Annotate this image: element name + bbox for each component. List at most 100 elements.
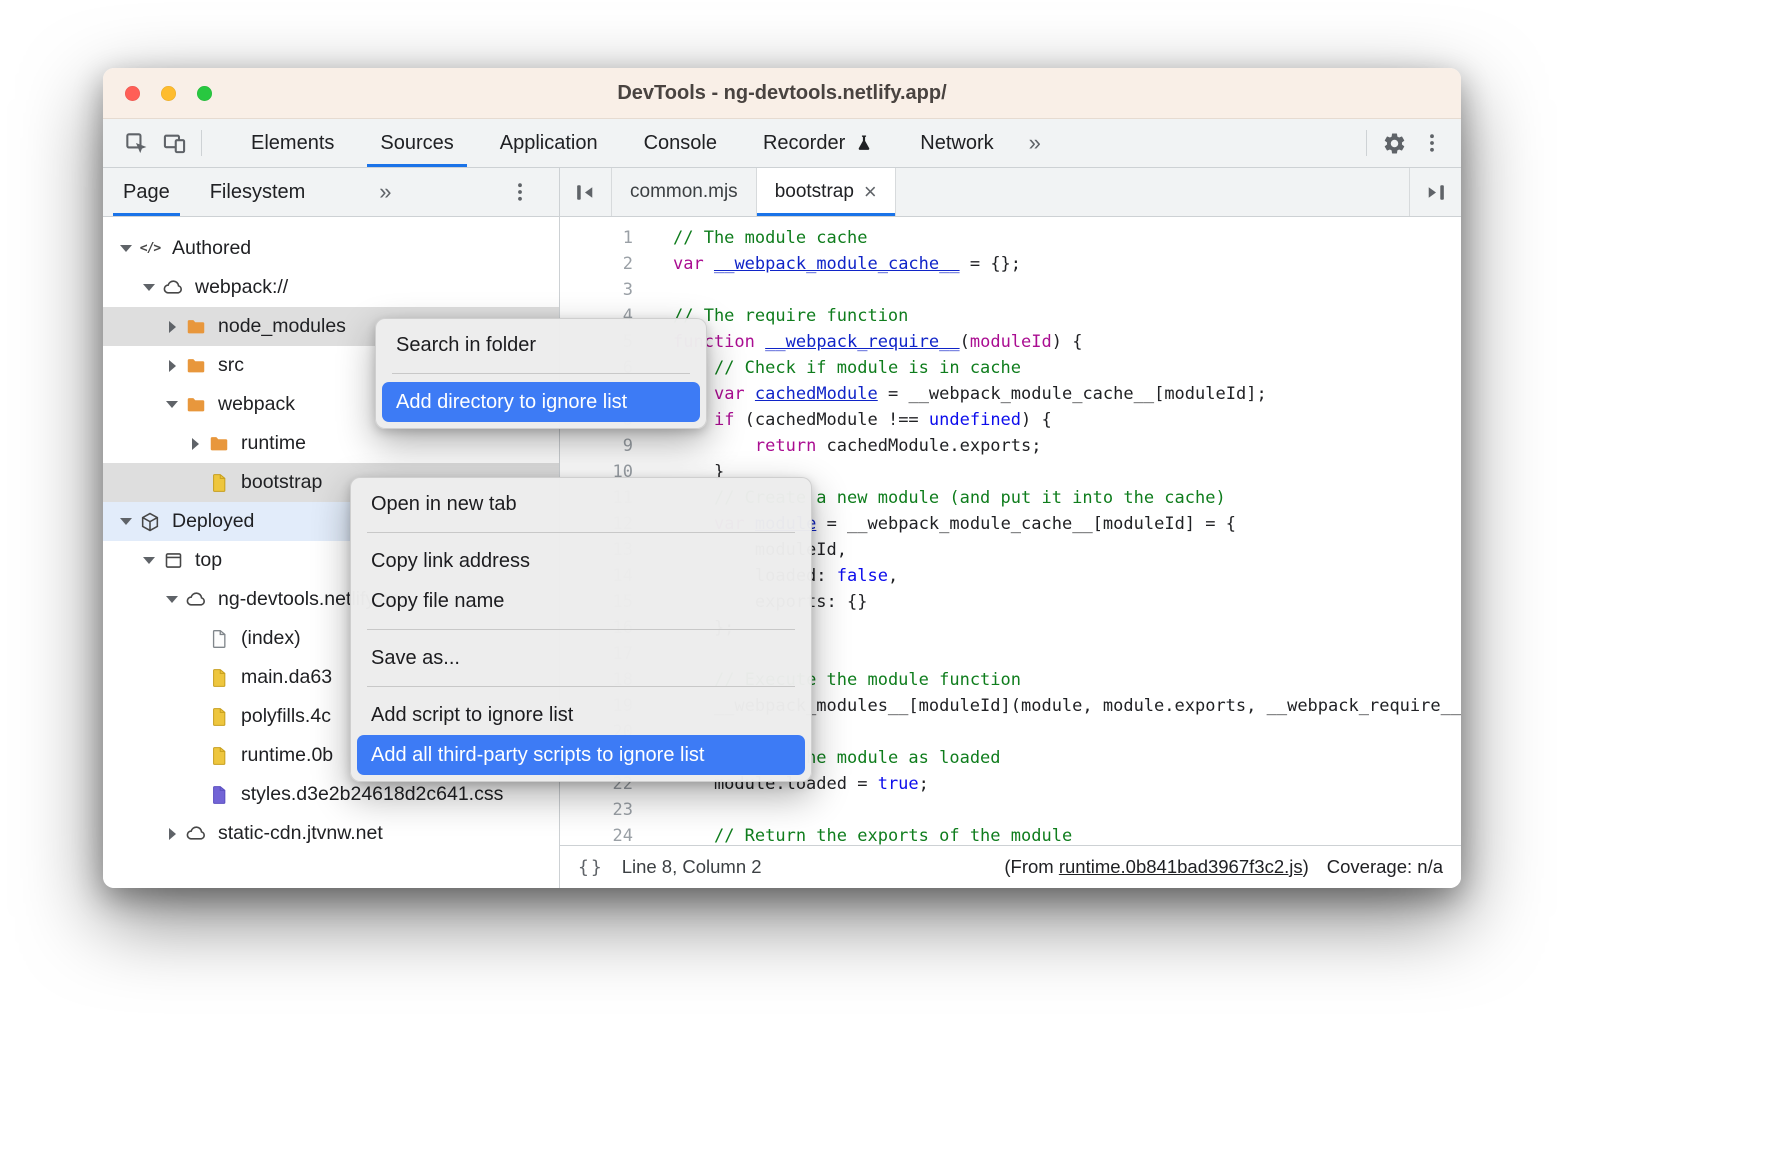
file-purple-icon <box>206 783 232 807</box>
disclosure-down-icon[interactable] <box>138 557 160 564</box>
main-toolbar: ElementsSourcesApplicationConsoleRecorde… <box>103 119 1461 168</box>
line-number[interactable]: 3 <box>560 277 633 303</box>
code-icon: </> <box>137 237 163 261</box>
disclosure-down-icon[interactable] <box>138 284 160 291</box>
file-yellow-icon <box>206 666 232 690</box>
menu-item-copy-link-address[interactable]: Copy link address <box>357 541 805 581</box>
editor-tab-common-mjs[interactable]: common.mjs <box>612 168 757 216</box>
panel-tab-application[interactable]: Application <box>477 119 621 167</box>
disclosure-down-icon[interactable] <box>161 401 183 408</box>
more-navigator-tabs-chevron-icon[interactable]: » <box>367 179 403 205</box>
line-number[interactable]: 1 <box>560 225 633 251</box>
from-suffix: ) <box>1303 856 1309 878</box>
code-line[interactable]: // Return the exports of the module <box>673 823 1461 845</box>
code-line[interactable]: // The require function <box>673 303 1461 329</box>
menu-item-label: Open in new tab <box>371 493 517 516</box>
code-line[interactable]: var cachedModule = __webpack_module_cach… <box>673 381 1461 407</box>
code-line[interactable]: return cachedModule.exports; <box>673 433 1461 459</box>
toolbar-separator <box>1366 130 1367 156</box>
menu-item-add-all-third-party-scripts-to-ignore-list[interactable]: Add all third-party scripts to ignore li… <box>357 735 805 775</box>
tree-item-label: src <box>218 354 244 377</box>
disclosure-right-icon[interactable] <box>161 321 183 333</box>
pretty-print-icon[interactable]: {} <box>578 857 604 878</box>
code-line[interactable]: // Check if module is in cache <box>673 355 1461 381</box>
file-yellow-icon <box>206 471 232 495</box>
more-panels-chevron-icon[interactable]: » <box>1017 130 1053 156</box>
menu-item-search-in-folder[interactable]: Search in folder <box>382 325 700 365</box>
disclosure-right-icon[interactable] <box>184 438 206 450</box>
device-toolbar-icon[interactable] <box>155 124 193 162</box>
disclosure-down-icon[interactable] <box>161 596 183 603</box>
code-line[interactable] <box>673 797 1461 823</box>
source-map-info: (From runtime.0b841bad3967f3c2.js)Covera… <box>1004 856 1443 878</box>
menu-separator <box>367 686 795 687</box>
line-number[interactable]: 9 <box>560 433 633 459</box>
file-gray-icon <box>206 627 232 651</box>
code-line[interactable] <box>673 277 1461 303</box>
menu-item-add-directory-to-ignore-list[interactable]: Add directory to ignore list <box>382 382 700 422</box>
menu-item-add-script-to-ignore-list[interactable]: Add script to ignore list <box>357 695 805 735</box>
menu-item-label: Search in folder <box>396 334 536 357</box>
code-line[interactable]: // The module cache <box>673 225 1461 251</box>
code-line[interactable]: if (cachedModule !== undefined) { <box>673 407 1461 433</box>
editor-tabs: common.mjs bootstrap × <box>612 168 896 216</box>
file-yellow-icon <box>206 744 232 768</box>
navigator-kebab-menu-icon[interactable] <box>505 177 535 207</box>
hide-navigator-icon[interactable] <box>560 168 612 216</box>
file-context-menu: Open in new tab Copy link address Copy fil… <box>350 477 812 782</box>
tree-item-label: top <box>195 549 222 572</box>
menu-item-open-in-new-tab[interactable]: Open in new tab <box>357 484 805 524</box>
folder-icon <box>206 432 232 456</box>
tree-item-label: polyfills.4c <box>241 705 331 728</box>
editor-tab-label: common.mjs <box>630 181 738 203</box>
close-window-button[interactable] <box>125 86 140 101</box>
editor-status-bar: {} Line 8, Column 2 (From runtime.0b841b… <box>560 845 1461 888</box>
minimize-window-button[interactable] <box>161 86 176 101</box>
menu-item-save-as[interactable]: Save as... <box>357 638 805 678</box>
panel-tab-bar: ElementsSourcesApplicationConsoleRecorde… <box>228 119 1017 167</box>
tree-item-webpack[interactable]: webpack:// <box>103 268 559 307</box>
show-drawer-icon[interactable] <box>1409 168 1461 216</box>
tree-item-label: runtime <box>241 432 306 455</box>
navigator-tab-filesystem[interactable]: Filesystem <box>190 168 326 216</box>
menu-item-label: Add all third-party scripts to ignore li… <box>371 744 704 767</box>
panel-tab-recorder[interactable]: Recorder <box>740 119 897 167</box>
close-tab-icon[interactable]: × <box>864 181 877 203</box>
disclosure-right-icon[interactable] <box>161 360 183 372</box>
disclosure-down-icon[interactable] <box>115 518 137 525</box>
inspect-icon[interactable] <box>117 124 155 162</box>
folder-icon <box>183 315 209 339</box>
tree-item-label: webpack <box>218 393 295 416</box>
tree-item-label: (index) <box>241 627 301 650</box>
from-prefix: (From <box>1004 856 1058 878</box>
settings-gear-icon[interactable] <box>1375 124 1413 162</box>
line-number[interactable]: 23 <box>560 797 633 823</box>
panel-tab-network[interactable]: Network <box>897 119 1016 167</box>
editor-tab-bootstrap[interactable]: bootstrap × <box>757 168 896 216</box>
navigator-tab-bar: PageFilesystem » <box>103 168 559 217</box>
panel-tab-label: Network <box>920 132 993 155</box>
editor-tab-label: bootstrap <box>775 181 854 203</box>
tree-item-authored[interactable]: </> Authored <box>103 229 559 268</box>
tree-item-runtime[interactable]: runtime <box>103 424 559 463</box>
panel-tab-console[interactable]: Console <box>621 119 740 167</box>
menu-item-label: Copy file name <box>371 590 504 613</box>
menu-item-copy-file-name[interactable]: Copy file name <box>357 581 805 621</box>
navigator-tab-page[interactable]: Page <box>103 168 190 216</box>
source-map-file-link[interactable]: runtime.0b841bad3967f3c2.js <box>1059 856 1303 878</box>
tree-item-label: Authored <box>172 237 251 260</box>
disclosure-right-icon[interactable] <box>161 828 183 840</box>
tree-item-label: node_modules <box>218 315 346 338</box>
line-number[interactable]: 2 <box>560 251 633 277</box>
code-line[interactable]: var __webpack_module_cache__ = {}; <box>673 251 1461 277</box>
navigator-tabs: PageFilesystem <box>103 168 325 216</box>
panel-tab-elements[interactable]: Elements <box>228 119 357 167</box>
menu-separator <box>367 629 795 630</box>
code-line[interactable]: function __webpack_require__(moduleId) { <box>673 329 1461 355</box>
disclosure-down-icon[interactable] <box>115 245 137 252</box>
panel-tab-sources[interactable]: Sources <box>357 119 476 167</box>
tree-item-static-cdn-jtvnw-net[interactable]: static-cdn.jtvnw.net <box>103 814 559 853</box>
kebab-menu-icon[interactable] <box>1413 124 1451 162</box>
zoom-window-button[interactable] <box>197 86 212 101</box>
line-number[interactable]: 24 <box>560 823 633 845</box>
